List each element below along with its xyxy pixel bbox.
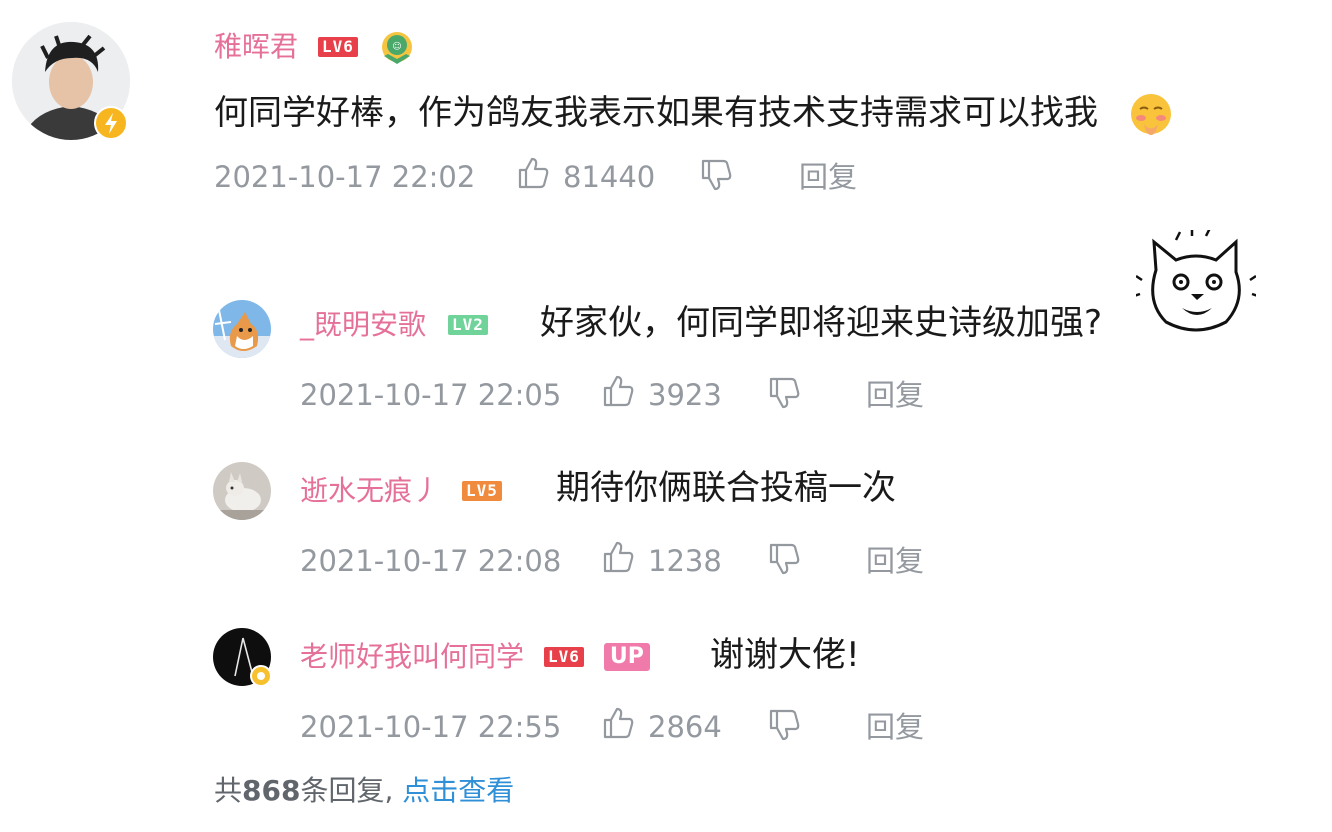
username[interactable]: 逝水无痕丿	[300, 474, 440, 508]
thumbs-up-icon[interactable]	[516, 156, 550, 190]
reply-count-footer: 共868条回复, 点击查看	[214, 774, 514, 808]
reply-timestamp: 2021-10-17 22:05	[300, 378, 562, 412]
like-count: 81440	[563, 160, 656, 194]
like-count: 2864	[648, 710, 722, 744]
cat-sticker-icon	[1133, 227, 1259, 340]
thumbs-down-icon[interactable]	[767, 376, 801, 410]
comment-content: 何同学好棒，作为鸽友我表示如果有技术支持需求可以找我	[214, 93, 1098, 133]
level-badge: LV6	[544, 647, 584, 667]
reply-content: 期待你俩联合投稿一次	[556, 468, 896, 508]
thumbs-down-icon[interactable]	[767, 542, 801, 576]
avatar-reply-2[interactable]	[213, 462, 271, 520]
username[interactable]: 老师好我叫何同学	[300, 640, 524, 674]
reply-timestamp: 2021-10-17 22:08	[300, 544, 562, 578]
footer-suffix: 条回复,	[300, 774, 394, 807]
like-count: 1238	[648, 544, 722, 578]
footer-prefix: 共	[214, 774, 243, 807]
level-badge: LV5	[462, 481, 502, 501]
fan-medal-icon: ☺	[378, 28, 416, 66]
thumbs-down-icon[interactable]	[767, 708, 801, 742]
thumbs-up-icon[interactable]	[601, 540, 635, 574]
up-badge: UP	[603, 643, 650, 671]
blush-emoji-icon	[1128, 91, 1174, 137]
reply-button[interactable]: 回复	[866, 544, 924, 578]
reply-button[interactable]: 回复	[866, 378, 924, 412]
avatar-reply-1[interactable]	[213, 300, 271, 358]
comment-timestamp: 2021-10-17 22:02	[214, 160, 476, 194]
thumbs-up-icon[interactable]	[601, 374, 635, 408]
like-count: 3923	[648, 378, 722, 412]
thumbs-down-icon[interactable]	[699, 158, 733, 192]
username[interactable]: _既明安歌	[300, 308, 426, 342]
level-badge: LV6	[318, 37, 358, 57]
thumbs-up-icon[interactable]	[601, 706, 635, 740]
username[interactable]: 稚晖君	[214, 30, 298, 64]
reply-total-count: 868	[242, 774, 301, 807]
reply-button[interactable]: 回复	[799, 160, 857, 194]
lightning-badge-icon	[94, 106, 128, 140]
view-replies-link[interactable]: 点击查看	[402, 774, 514, 807]
reply-content: 谢谢大佬!	[710, 635, 860, 675]
reply-content: 好家伙，何同学即将迎来史诗级加强?	[540, 303, 1103, 343]
up-badge-icon	[250, 665, 272, 687]
reply-timestamp: 2021-10-17 22:55	[300, 710, 562, 744]
reply-button[interactable]: 回复	[866, 710, 924, 744]
svg-text:☺: ☺	[392, 41, 401, 52]
level-badge: LV2	[448, 315, 488, 335]
